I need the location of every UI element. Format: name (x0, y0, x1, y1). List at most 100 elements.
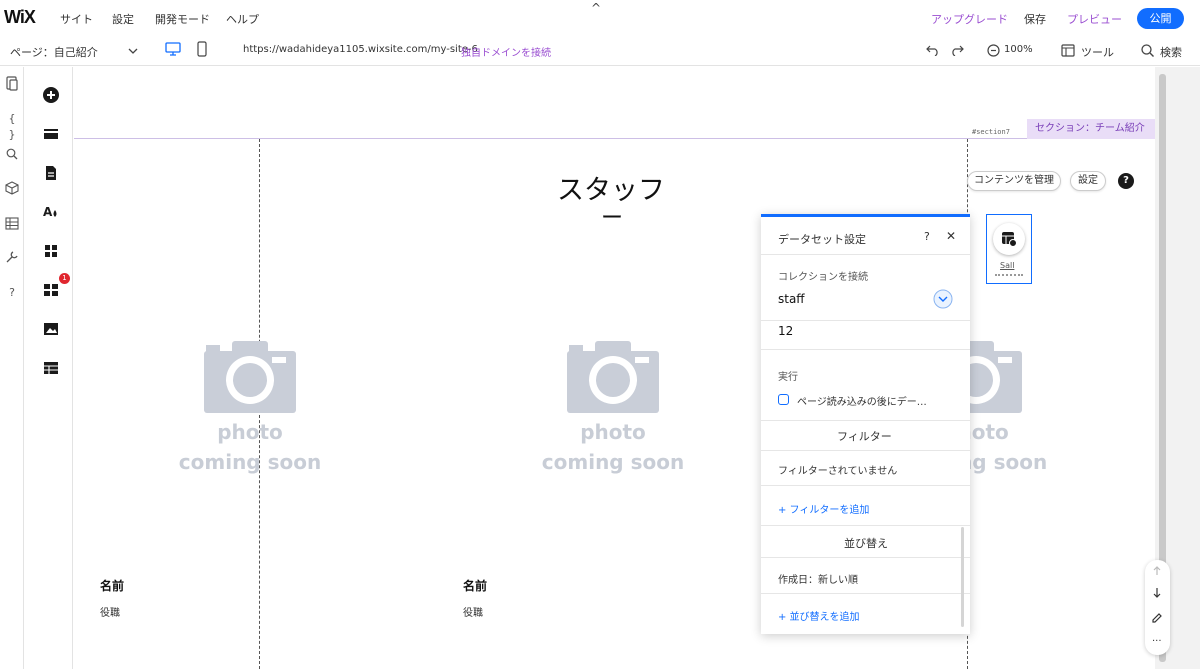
top-bar: WiX サイト 設定 開発モード ヘルプ ^ アップグレード 保存 プレビュー … (0, 0, 1200, 36)
divider (761, 525, 970, 526)
save-button[interactable]: 保存 (1024, 11, 1046, 27)
staff-photo-2[interactable]: photo coming soon (533, 339, 693, 499)
wrench-icon[interactable] (5, 250, 19, 264)
collection-label: コレクションを接続 (778, 272, 868, 283)
pages-icon[interactable] (5, 76, 19, 91)
search-icon[interactable] (1141, 44, 1154, 57)
floating-tools: ··· (1145, 560, 1170, 655)
menu-help[interactable]: ヘルプ (226, 11, 259, 27)
site-url: https://wadahideya1105.wixsite.com/my-si… (243, 44, 478, 55)
panel-help-icon[interactable]: ? (924, 230, 930, 243)
dataset-label: Sall (1000, 261, 1015, 270)
sort-heading: 並び替え (844, 537, 888, 550)
pages-menu-icon[interactable] (43, 165, 59, 181)
cms-table-icon[interactable] (43, 360, 59, 376)
tools-button[interactable]: ツール (1081, 44, 1114, 60)
add-panel-rail: A 1 (24, 67, 73, 669)
menu-settings[interactable]: 設定 (112, 11, 134, 27)
page-select[interactable]: ページ：自己紹介 (10, 44, 98, 60)
code-braces-icon[interactable]: { } (4, 111, 20, 141)
title-dash: ー (601, 206, 624, 231)
sort-item[interactable]: 作成日：新しい順 (778, 571, 858, 586)
apps-icon[interactable] (43, 243, 59, 259)
filter-status: フィルターされていません (778, 466, 898, 477)
dataset-element[interactable]: Sall (986, 214, 1032, 284)
dataset-settings-button[interactable]: 設定 (1070, 171, 1106, 191)
divider (761, 485, 970, 486)
menu-site[interactable]: サイト (60, 11, 93, 27)
divider (761, 420, 970, 421)
edit-pencil-icon[interactable] (1151, 612, 1163, 624)
staff-role-2[interactable]: 役職 (463, 604, 483, 619)
help-icon[interactable]: ? (1118, 173, 1134, 189)
items-count-input[interactable]: 12 (778, 324, 793, 338)
dataset-sublabel (995, 274, 1023, 276)
chevron-down-icon[interactable] (933, 289, 953, 309)
add-filter-link[interactable]: + フィルターを追加 (778, 501, 869, 516)
editor-canvas[interactable]: #section7 セクション：チーム紹介 スタッフ ー photo comin… (74, 67, 1155, 669)
add-section-icon[interactable] (43, 126, 59, 142)
camera-icon (204, 341, 296, 413)
run-label: 実行 (778, 372, 798, 383)
section-id: #section7 (972, 128, 1010, 136)
more-icon[interactable]: ··· (1152, 636, 1162, 647)
redo-icon[interactable] (950, 44, 964, 56)
arrow-down-icon[interactable] (1152, 587, 1162, 599)
mobile-icon[interactable] (197, 41, 207, 57)
search-icon[interactable] (6, 148, 18, 160)
chevron-down-icon[interactable] (128, 47, 138, 55)
search-button[interactable]: 検索 (1160, 44, 1182, 60)
business-apps-icon[interactable] (43, 282, 59, 298)
upgrade-button[interactable]: アップグレード (931, 11, 1008, 27)
secondary-left-rail: { } ? (0, 67, 24, 669)
add-sort-link[interactable]: + 並び替えを追加 (778, 608, 860, 623)
wix-logo[interactable]: WiX (4, 7, 36, 28)
design-theme-icon[interactable]: A (43, 204, 59, 220)
tools-icon[interactable] (1061, 44, 1075, 57)
divider (761, 593, 970, 594)
photo-text-line2: coming soon (178, 450, 322, 474)
zoom-level[interactable]: 100% (1004, 44, 1033, 55)
photo-text-line1: photo (580, 420, 646, 444)
staff-role-1[interactable]: 役職 (100, 604, 120, 619)
photo-text-line1: photo (217, 420, 283, 444)
dataset-settings-panel[interactable]: データセット設定 ? ✕ コレクションを接続 staff 12 実行 ページ読み… (761, 214, 970, 634)
connect-domain-link[interactable]: 独自ドメインを接続 (461, 44, 551, 59)
manage-content-button[interactable]: コンテンツを管理 (967, 171, 1061, 191)
filter-heading: フィルター (837, 430, 892, 443)
database-icon[interactable] (5, 217, 19, 230)
staff-name-2[interactable]: 名前 (463, 577, 487, 594)
staff-name-1[interactable]: 名前 (100, 577, 124, 594)
panel-scrollbar[interactable] (961, 527, 964, 627)
dataset-table-icon (1002, 232, 1017, 247)
panel-close-icon[interactable]: ✕ (946, 229, 956, 243)
zoom-out-icon[interactable] (987, 44, 1000, 57)
svg-text:A: A (43, 205, 53, 219)
divider (761, 349, 970, 350)
run-checkbox-label: ページ読み込みの後にデー… (797, 397, 927, 408)
collapse-caret-icon[interactable]: ^ (591, 1, 601, 15)
package-icon[interactable] (5, 181, 19, 195)
photo-text-line2: coming soon (541, 450, 685, 474)
arrow-up-icon[interactable] (1152, 566, 1162, 576)
divider (761, 557, 970, 558)
undo-icon[interactable] (926, 44, 940, 56)
section-label[interactable]: セクション：チーム紹介 (1027, 119, 1155, 139)
divider (761, 320, 970, 321)
notification-badge: 1 (59, 273, 70, 284)
panel-title: データセット設定 (778, 233, 866, 246)
collection-dropdown[interactable]: staff (778, 292, 805, 306)
sub-bar: ページ：自己紹介 https://wadahideya1105.wixsite.… (0, 36, 1200, 66)
staff-photo-1[interactable]: photo coming soon (170, 339, 330, 499)
publish-button[interactable]: 公開 (1137, 8, 1184, 29)
camera-icon (567, 341, 659, 413)
run-checkbox[interactable] (778, 394, 789, 405)
dataset-icon-circle (993, 223, 1025, 255)
menu-dev-mode[interactable]: 開発モード (155, 11, 210, 27)
add-element-icon[interactable] (43, 87, 59, 103)
help-icon[interactable]: ? (4, 285, 20, 301)
divider (761, 254, 970, 255)
media-icon[interactable] (43, 321, 59, 337)
desktop-icon[interactable] (165, 42, 181, 56)
preview-button[interactable]: プレビュー (1067, 11, 1122, 27)
